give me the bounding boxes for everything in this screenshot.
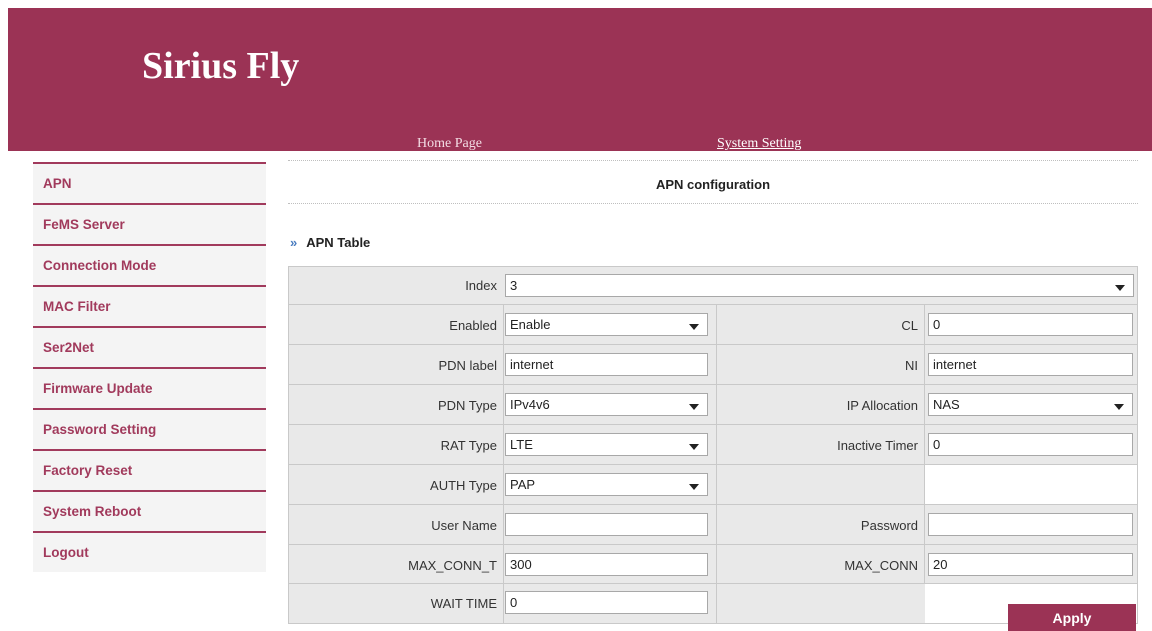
nav-home-page[interactable]: Home Page (417, 136, 482, 152)
col-divider (716, 304, 717, 583)
row-divider (289, 384, 1137, 385)
chevron-down-icon (689, 324, 699, 330)
ip-allocation-label: IP Allocation (846, 398, 918, 413)
user-name-input[interactable] (505, 513, 708, 536)
max-conn-t-input[interactable]: 300 (505, 553, 708, 576)
enabled-label: Enabled (449, 318, 497, 333)
wait-time-input[interactable]: 0 (505, 591, 708, 614)
col-divider (924, 304, 925, 583)
sidebar-item-mac-filter[interactable]: MAC Filter (33, 285, 266, 326)
col-divider (503, 584, 504, 623)
table-caption: » APN Table (290, 235, 370, 250)
section-title: APN configuration (288, 160, 1138, 204)
wait-time-label: WAIT TIME (430, 596, 497, 611)
enabled-value: Enable (510, 317, 551, 332)
empty-cell (925, 465, 1137, 504)
ni-input[interactable]: internet (928, 353, 1133, 376)
sidebar-item-connection-mode[interactable]: Connection Mode (33, 244, 266, 285)
ip-allocation-value: NAS (933, 397, 960, 412)
password-label: Password (860, 518, 918, 533)
sidebar-item-fems-server[interactable]: FeMS Server (33, 203, 266, 244)
row-divider (289, 424, 1137, 425)
chevron-down-icon (1115, 285, 1125, 291)
chevron-down-icon (689, 404, 699, 410)
max-conn-t-label: MAX_CONN_T (408, 558, 497, 573)
ip-allocation-select[interactable]: NAS (928, 393, 1133, 416)
row-divider (289, 504, 1137, 505)
chevron-down-icon (1114, 404, 1124, 410)
sidebar-item-apn[interactable]: APN (33, 162, 266, 203)
rat-type-label: RAT Type (440, 438, 497, 453)
rat-type-select[interactable]: LTE (505, 433, 708, 456)
cl-label: CL (901, 318, 918, 333)
chevron-down-icon (689, 484, 699, 490)
max-conn-input[interactable]: 20 (928, 553, 1133, 576)
header-banner: Sirius Fly Home Page System Setting (8, 8, 1152, 151)
max-conn-label: MAX_CONN (844, 558, 918, 573)
index-value: 3 (510, 278, 518, 293)
sidebar-item-logout[interactable]: Logout (33, 531, 266, 572)
col-divider (716, 584, 717, 623)
pdn-type-value: IPv4v6 (510, 397, 550, 412)
user-name-label: User Name (431, 518, 497, 533)
row-divider (289, 544, 1137, 545)
sidebar-item-firmware-update[interactable]: Firmware Update (33, 367, 266, 408)
sidebar: APN FeMS Server Connection Mode MAC Filt… (33, 162, 266, 572)
table-caption-label: APN Table (306, 235, 371, 250)
row-divider (289, 344, 1137, 345)
nav-system-setting[interactable]: System Setting (717, 136, 801, 152)
cl-input[interactable]: 0 (928, 313, 1133, 336)
auth-type-select[interactable]: PAP (505, 473, 708, 496)
ni-label: NI (905, 358, 918, 373)
sidebar-item-password-setting[interactable]: Password Setting (33, 408, 266, 449)
sidebar-item-system-reboot[interactable]: System Reboot (33, 490, 266, 531)
brand-logo: Sirius Fly (142, 45, 300, 87)
pdn-type-select[interactable]: IPv4v6 (505, 393, 708, 416)
row-divider (289, 304, 1137, 305)
rat-type-value: LTE (510, 437, 533, 452)
pdn-label-label: PDN label (438, 358, 497, 373)
sidebar-item-factory-reset[interactable]: Factory Reset (33, 449, 266, 490)
pdn-label-input[interactable]: internet (505, 353, 708, 376)
chevron-down-icon (689, 444, 699, 450)
double-chevron-icon: » (290, 235, 298, 250)
apply-button[interactable]: Apply (1008, 604, 1136, 631)
inactive-timer-input[interactable]: 0 (928, 433, 1133, 456)
pdn-type-label: PDN Type (437, 398, 497, 413)
inactive-timer-label: Inactive Timer (837, 438, 918, 453)
password-input[interactable] (928, 513, 1133, 536)
auth-type-value: PAP (510, 477, 536, 492)
col-divider (503, 304, 504, 583)
index-label: Index (465, 278, 497, 293)
enabled-select[interactable]: Enable (505, 313, 708, 336)
index-select[interactable]: 3 (505, 274, 1134, 297)
auth-type-label: AUTH Type (430, 478, 497, 493)
apn-config-table: Index 3 Enabled Enable CL 0 PDN label in… (288, 266, 1138, 584)
sidebar-item-ser2net[interactable]: Ser2Net (33, 326, 266, 367)
